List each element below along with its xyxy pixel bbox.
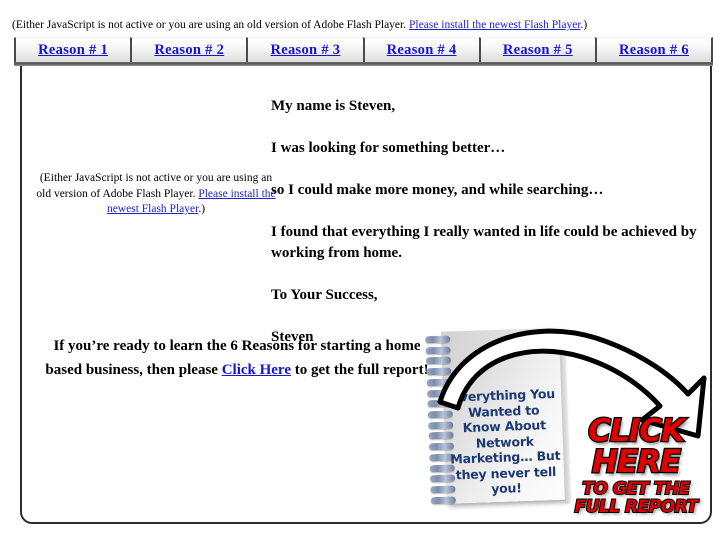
cta-paragraph: If you’re ready to learn the 6 Reasons f… bbox=[38, 334, 436, 382]
click-here-stamp-title: CLICK HERE bbox=[587, 413, 686, 480]
letter-line-4: I found that everything I really wanted … bbox=[271, 224, 697, 261]
letter-line-2: I was looking for something better… bbox=[271, 140, 506, 156]
report-graphic[interactable]: Everything You Wanted to Know About Netw… bbox=[410, 324, 710, 520]
tab-reason-3-label: Reason # 3 bbox=[270, 42, 341, 58]
click-here-link[interactable]: Click Here bbox=[222, 362, 291, 378]
click-here-stamp-sub2: FULL REPORT bbox=[573, 497, 699, 517]
tab-reason-2-label: Reason # 2 bbox=[154, 42, 225, 58]
tab-reason-4[interactable]: Reason # 4 bbox=[362, 37, 479, 63]
tab-reason-1[interactable]: Reason # 1 bbox=[14, 37, 131, 63]
tab-reason-4-label: Reason # 4 bbox=[386, 42, 457, 58]
cta-text-after: to get the full report! bbox=[290, 362, 429, 378]
flash-notice-top-suffix: .) bbox=[580, 19, 588, 31]
flash-notice-top-prefix: (Either JavaScript is not active or you … bbox=[12, 19, 409, 31]
tab-reason-6-label: Reason # 6 bbox=[619, 42, 689, 58]
click-here-stamp[interactable]: CLICK HERE TO GET THE FULL REPORT bbox=[562, 413, 710, 517]
flash-notice-top: (Either JavaScript is not active or you … bbox=[12, 19, 587, 32]
reason-tab-bar: Reason # 1 Reason # 2 Reason # 3 Reason … bbox=[14, 37, 714, 63]
tab-reason-5[interactable]: Reason # 5 bbox=[478, 37, 595, 63]
letter-line-1: My name is Steven, bbox=[271, 98, 396, 114]
tab-reason-1-label: Reason # 1 bbox=[38, 42, 109, 58]
letter-line-3: so I could make more money, and while se… bbox=[271, 182, 604, 198]
content-panel: (Either JavaScript is not active or you … bbox=[20, 66, 712, 524]
tab-reason-6[interactable]: Reason # 6 bbox=[594, 37, 714, 63]
flash-install-link-top[interactable]: Please install the newest Flash Player bbox=[409, 19, 581, 31]
flash-placeholder-suffix: .) bbox=[198, 203, 206, 215]
click-here-stamp-sub1: TO GET THE bbox=[581, 479, 691, 499]
flash-placeholder-block: (Either JavaScript is not active or you … bbox=[36, 171, 276, 218]
tab-reason-3[interactable]: Reason # 3 bbox=[246, 37, 363, 63]
letter-line-5: To Your Success, bbox=[271, 287, 378, 303]
tab-reason-5-label: Reason # 5 bbox=[502, 42, 573, 58]
tab-reason-2[interactable]: Reason # 2 bbox=[130, 37, 247, 63]
